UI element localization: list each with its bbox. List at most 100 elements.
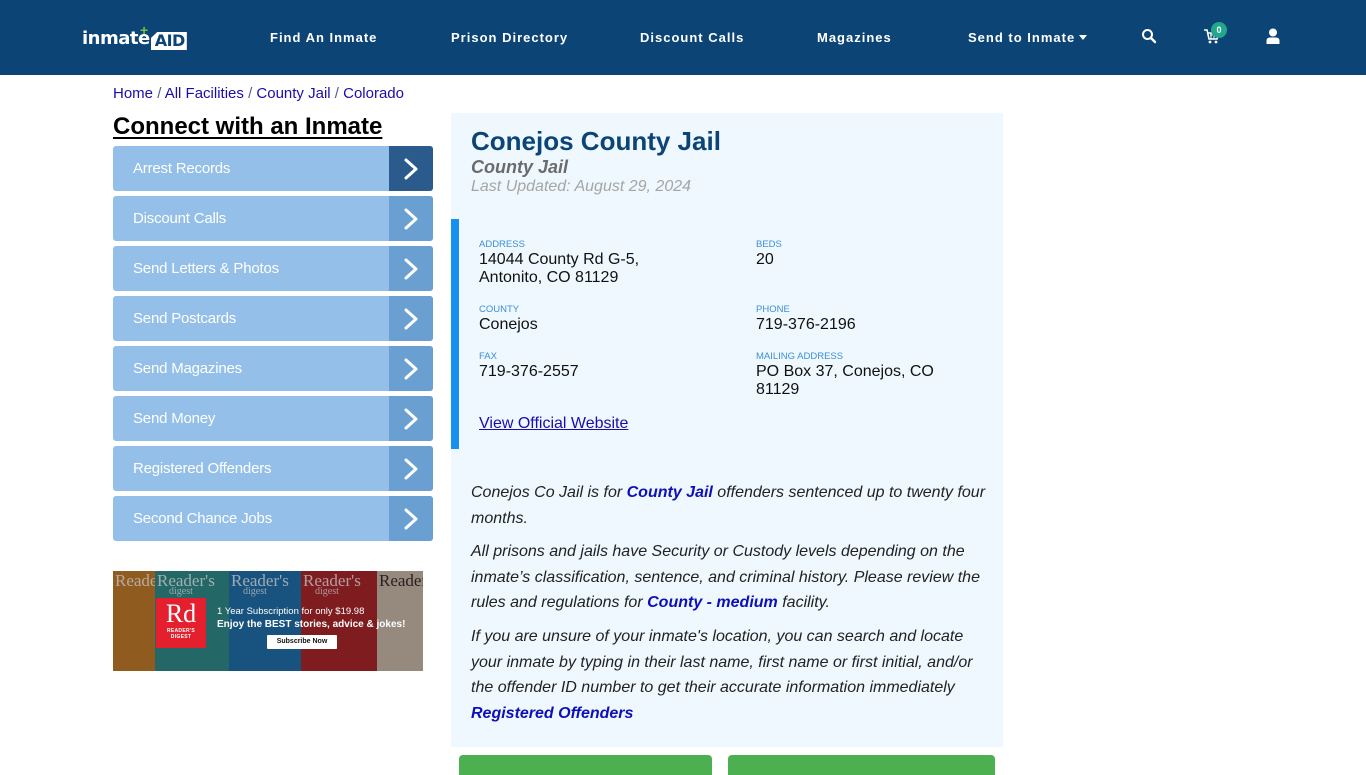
sidebar-item-label: Arrest Records (133, 160, 231, 177)
nav-send-to-inmate-label: Send to Inmate (968, 30, 1076, 45)
sidebar-item-arrow (389, 146, 433, 191)
sidebar-item-send-letters-photos[interactable]: Send Letters & Photos (113, 246, 433, 291)
description-text: Conejos Co Jail is for (471, 484, 627, 501)
search-button[interactable] (1141, 28, 1157, 44)
chevron-right-icon (404, 458, 418, 480)
description-paragraph-1: Conejos Co Jail is for County Jail offen… (471, 480, 991, 531)
rd-logo-text: Rd (165, 599, 197, 628)
breadcrumb-county-jail[interactable]: County Jail (256, 85, 330, 102)
action-button-left[interactable] (459, 755, 712, 775)
chevron-right-icon (404, 508, 418, 530)
account-button[interactable] (1266, 28, 1280, 44)
county-label: County (479, 304, 520, 315)
breadcrumb-separator: / (248, 85, 253, 102)
registered-offenders-link[interactable]: Registered Offenders (471, 705, 633, 722)
address-label: Address (479, 239, 525, 250)
phone-label: Phone (756, 304, 790, 315)
sidebar-item-second-chance-jobs[interactable]: Second Chance Jobs (113, 496, 433, 541)
breadcrumb-colorado[interactable]: Colorado (343, 85, 404, 102)
sidebar-title: Connect with an Inmate (113, 113, 383, 140)
last-updated: Last Updated: August 29, 2024 (471, 178, 692, 195)
address-line2: Antonito, CO 81129 (479, 269, 619, 286)
sidebar-item-arrow (389, 346, 433, 391)
chevron-right-icon (404, 258, 418, 280)
inmateaid-logo[interactable]: inmate AID (82, 26, 187, 50)
phone-value[interactable]: 719-376-2196 (756, 316, 856, 334)
sidebar-item-label: Send Postcards (133, 310, 237, 327)
description-paragraph-3: If you are unsure of your inmate's locat… (471, 624, 991, 726)
ad-tagline: Enjoy the BEST stories, advice & jokes! (217, 619, 406, 630)
caret-down-icon (1079, 35, 1088, 41)
mailing-address-line2: 81129 (756, 381, 800, 398)
view-official-website-link[interactable]: View Official Website (479, 415, 628, 433)
readers-digest-ad-banner[interactable]: Reader's Reader's digest Reader's digest R… (113, 571, 423, 671)
chevron-right-icon (404, 408, 418, 430)
address-line1: 14044 County Rd G-5, (479, 251, 640, 268)
sidebar-item-arrow (389, 296, 433, 341)
county-field: County Conejos (479, 304, 538, 334)
county-value: Conejos (479, 316, 538, 333)
fax-label: Fax (479, 351, 497, 362)
chevron-right-icon (404, 158, 418, 180)
logo-accent: AID (150, 32, 187, 50)
breadcrumb-all-facilities[interactable]: All Facilities (165, 85, 244, 102)
cart-count-badge: 0 (1211, 22, 1227, 38)
breadcrumb-separator: / (334, 85, 339, 102)
mailing-address-label: Mailing Address (756, 351, 844, 362)
rd-brand-line2: DIGEST (170, 634, 192, 640)
sidebar-item-send-money[interactable]: Send Money (113, 396, 433, 441)
sidebar-item-send-magazines[interactable]: Send Magazines (113, 346, 433, 391)
sidebar-item-arrest-records[interactable]: Arrest Records (113, 146, 433, 191)
facility-name: Conejos County Jail (471, 126, 721, 156)
search-icon (1142, 29, 1157, 44)
sidebar-item-label: Discount Calls (133, 210, 227, 227)
sidebar-item-label: Send Letters & Photos (133, 260, 279, 277)
sidebar-item-arrow (389, 246, 433, 291)
sidebar-item-arrow (389, 196, 433, 241)
beds-label: Beds (756, 239, 782, 250)
sidebar-item-arrow (389, 396, 433, 441)
fax-field: Fax 719-376-2557 (479, 351, 579, 381)
mailing-address-line1: PO Box 37, Conejos, CO (756, 363, 934, 380)
breadcrumb-home[interactable]: Home (113, 85, 153, 102)
nav-discount-calls[interactable]: Discount Calls (640, 30, 744, 46)
description-text: facility. (777, 594, 830, 611)
nav-prison-directory[interactable]: Prison Directory (451, 30, 568, 46)
subscribe-now-button[interactable]: Subscribe Now (267, 635, 337, 649)
readers-digest-logo: Rd READER'S DIGEST (156, 598, 206, 648)
nav-find-an-inmate[interactable]: Find An Inmate (270, 30, 377, 46)
county-medium-link[interactable]: County - medium (647, 594, 778, 611)
mailing-address-field: Mailing Address PO Box 37, Conejos, CO 8… (756, 351, 956, 399)
chevron-right-icon (404, 208, 418, 230)
breadcrumb: Home / All Facilities / County Jail / Co… (113, 85, 404, 103)
sidebar-item-discount-calls[interactable]: Discount Calls (113, 196, 433, 241)
beds-value: 20 (756, 251, 774, 268)
top-navbar: inmate AID + Find An Inmate Prison Direc… (0, 0, 1366, 75)
breadcrumb-separator: / (157, 85, 162, 102)
action-button-right[interactable] (728, 755, 995, 775)
address-field: Address 14044 County Rd G-5, Antonito, C… (479, 239, 739, 287)
nav-send-to-inmate[interactable]: Send to Inmate (968, 30, 1088, 46)
fax-value: 719-376-2557 (479, 363, 579, 380)
sidebar-item-label: Send Magazines (133, 360, 242, 377)
phone-field: Phone 719-376-2196 (756, 304, 856, 334)
sidebar-item-arrow (389, 446, 433, 491)
sidebar-item-label: Second Chance Jobs (133, 510, 272, 527)
sidebar-item-label: Send Money (133, 410, 216, 427)
sidebar-item-arrow (389, 496, 433, 541)
facility-type: County Jail (471, 157, 569, 177)
sidebar-menu: Arrest Records Discount Calls Send Lette… (113, 146, 433, 546)
chevron-right-icon (404, 308, 418, 330)
description-text: If you are unsure of your inmate's locat… (471, 628, 973, 696)
county-jail-link[interactable]: County Jail (627, 484, 713, 501)
beds-field: Beds 20 (756, 239, 782, 269)
logo-plus-icon: + (140, 22, 149, 38)
sidebar-item-send-postcards[interactable]: Send Postcards (113, 296, 433, 341)
user-icon (1266, 28, 1280, 44)
sidebar-item-label: Registered Offenders (133, 460, 272, 477)
sidebar-item-registered-offenders[interactable]: Registered Offenders (113, 446, 433, 491)
ad-offer-text: 1 Year Subscription for only $19.98 (217, 606, 365, 617)
description-paragraph-2: All prisons and jails have Security or C… (471, 539, 991, 616)
chevron-right-icon (404, 358, 418, 380)
nav-magazines[interactable]: Magazines (817, 30, 892, 46)
